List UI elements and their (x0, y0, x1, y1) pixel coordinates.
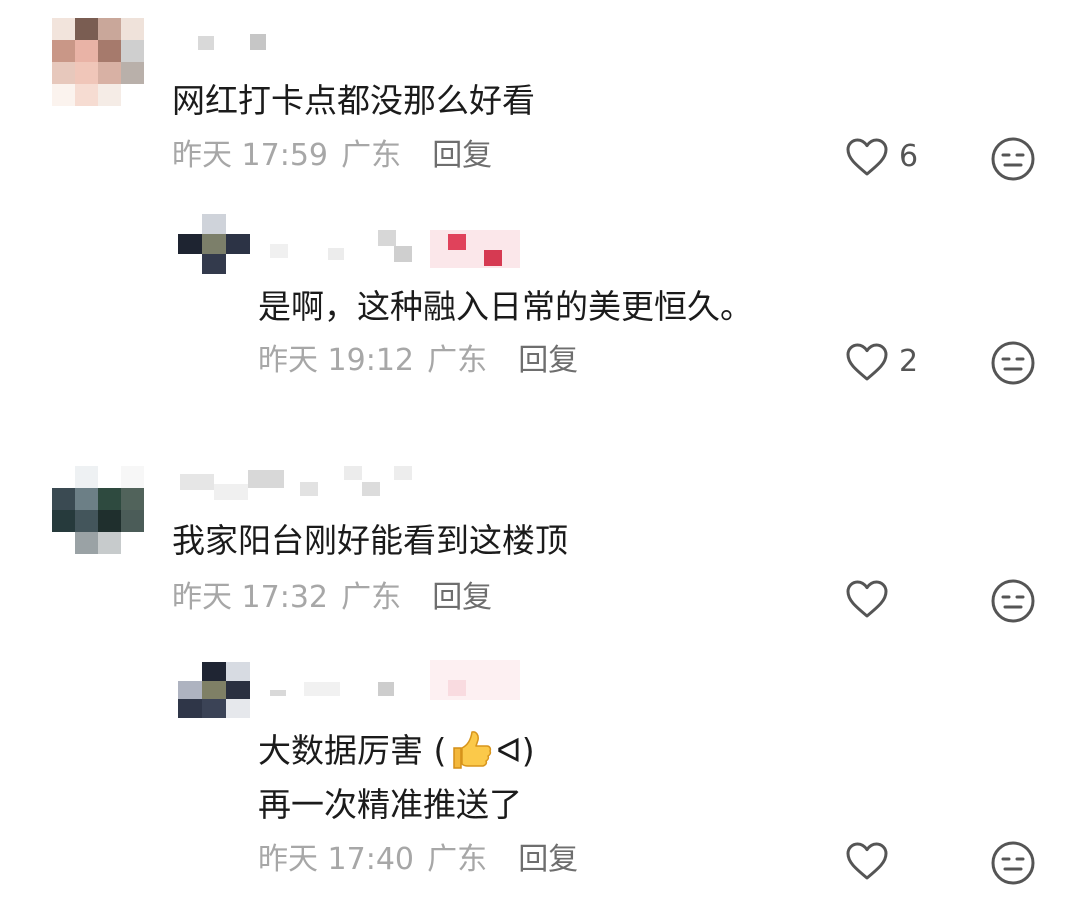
timestamp: 昨天 17:40 (258, 842, 414, 877)
timestamp: 昨天 17:59 (172, 138, 328, 173)
comment-meta: 昨天 17:59 广东 回复 (172, 141, 492, 171)
timestamp: 昨天 17:32 (172, 580, 328, 615)
heart-outline-icon (845, 137, 889, 177)
avatar[interactable] (178, 662, 250, 718)
username-blurred[interactable] (198, 34, 270, 52)
reply-text-line2: 再一次精准推送了 (258, 785, 522, 824)
heart-outline-icon (845, 841, 889, 881)
location: 广东 (427, 842, 488, 877)
reply-meta: 昨天 17:40 广东 回复 (258, 845, 578, 875)
neutral-face-icon (990, 840, 1036, 886)
timestamp: 昨天 19:12 (258, 343, 414, 378)
avatar[interactable] (52, 18, 144, 106)
username-blurred[interactable] (270, 660, 520, 700)
heart-outline-icon (845, 342, 889, 382)
comment-meta: 昨天 17:32 广东 回复 (172, 583, 492, 613)
like-count: 6 (899, 139, 919, 174)
dislike-button[interactable] (990, 340, 1036, 386)
comment-text: 网红打卡点都没那么好看 (172, 81, 535, 120)
location: 广东 (427, 343, 488, 378)
reply-button[interactable]: 回复 (518, 842, 578, 877)
thumbs-up-emoji (448, 728, 494, 772)
like-button[interactable] (845, 841, 889, 881)
reply-text: 是啊，这种融入日常的美更恒久。 (258, 287, 753, 326)
heart-outline-icon (845, 579, 889, 619)
comment-text: 我家阳台刚好能看到这楼顶 (172, 521, 568, 560)
avatar[interactable] (52, 466, 144, 554)
dislike-button[interactable] (990, 578, 1036, 624)
reply-text-line1: 大数据厉害 ( ᐊ) (258, 728, 535, 772)
location: 广东 (341, 138, 402, 173)
dislike-button[interactable] (990, 136, 1036, 182)
reply-text-start: 大数据厉害 ( (258, 730, 447, 770)
avatar[interactable] (178, 214, 250, 274)
neutral-face-icon (990, 340, 1036, 386)
location: 广东 (341, 580, 402, 615)
neutral-face-icon (990, 578, 1036, 624)
username-blurred[interactable] (270, 230, 520, 270)
like-count: 2 (899, 344, 919, 379)
reply-button[interactable]: 回复 (432, 580, 492, 615)
reply-button[interactable]: 回复 (432, 138, 492, 173)
reply-text-end: ᐊ) (496, 730, 535, 770)
reply-button[interactable]: 回复 (518, 343, 578, 378)
like-button[interactable]: 2 (845, 342, 918, 382)
dislike-button[interactable] (990, 840, 1036, 886)
neutral-face-icon (990, 136, 1036, 182)
like-button[interactable]: 6 (845, 137, 918, 177)
reply-meta: 昨天 19:12 广东 回复 (258, 346, 578, 376)
like-button[interactable] (845, 579, 889, 619)
username-blurred[interactable] (180, 466, 430, 500)
